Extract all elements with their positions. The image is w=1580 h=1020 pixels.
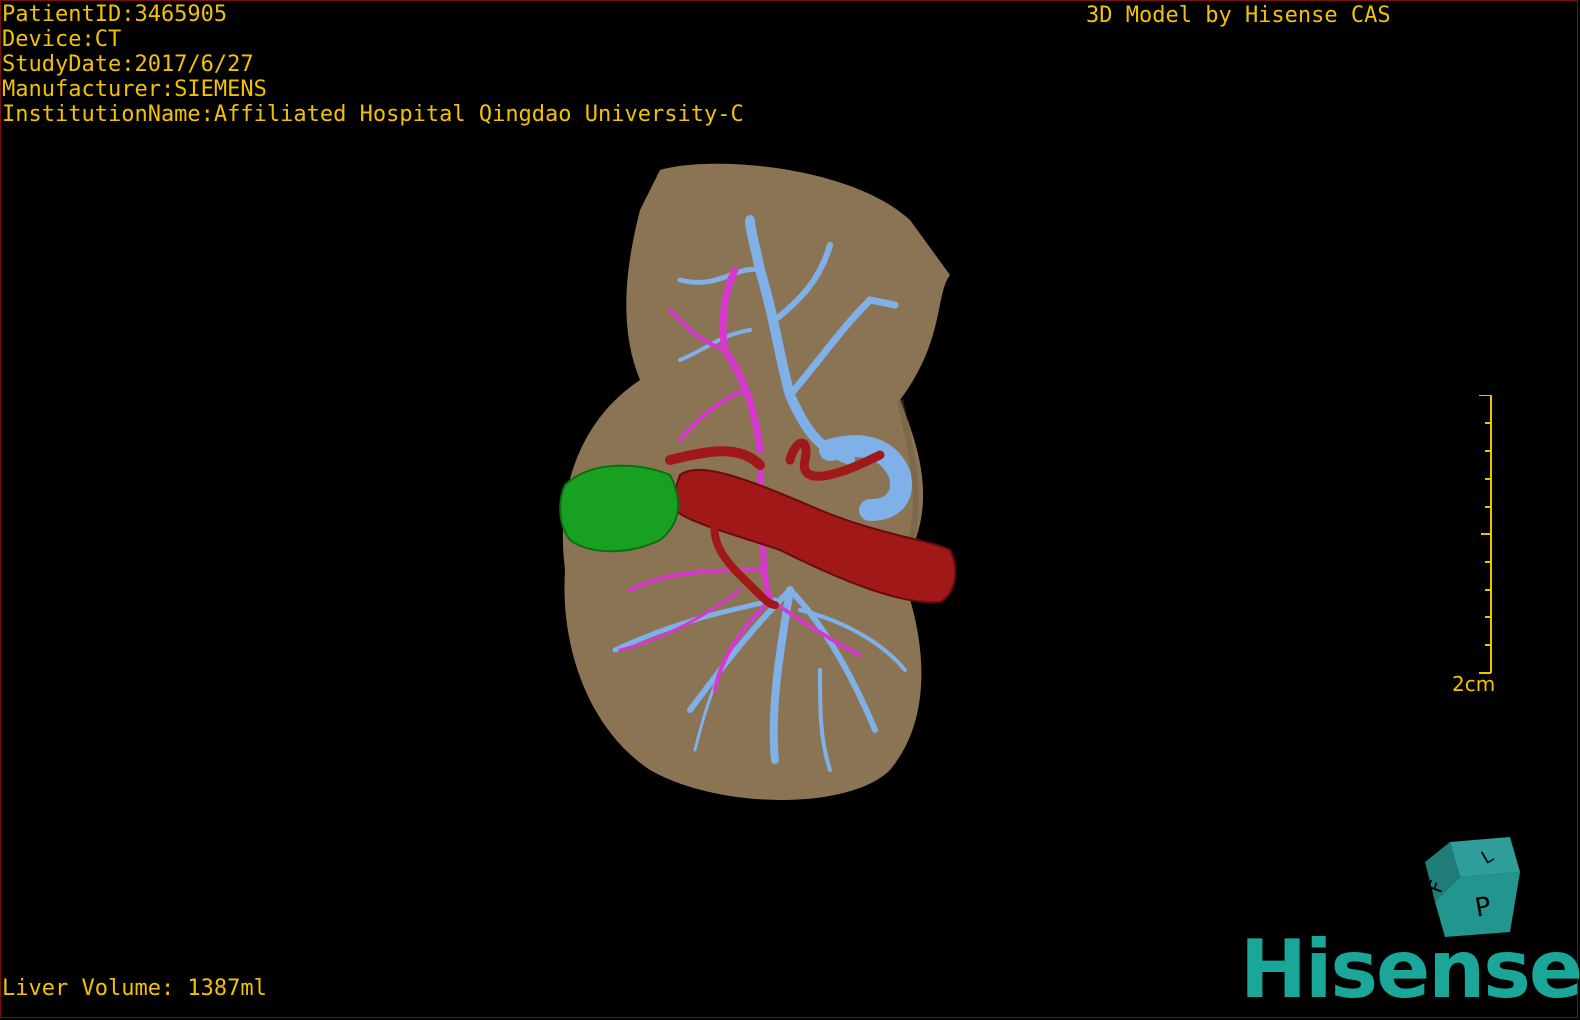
device-text: Device:CT bbox=[2, 27, 122, 52]
model-credit-text: 3D Model by Hisense CAS bbox=[1086, 3, 1391, 28]
study-date-text: StudyDate:2017/6/27 bbox=[2, 52, 254, 77]
scale-bar-label: 2cm bbox=[1452, 672, 1496, 696]
liver-volume-text: Liver Volume: 1387ml bbox=[2, 976, 267, 1001]
liver-3d-model[interactable] bbox=[520, 150, 1000, 830]
hisense-logo: Hisense bbox=[1240, 923, 1580, 1016]
manufacturer-text: Manufacturer:SIEMENS bbox=[2, 77, 267, 102]
scale-bar bbox=[1479, 395, 1492, 674]
gallbladder bbox=[559, 464, 680, 553]
patient-id-text: PatientID:3465905 bbox=[2, 2, 228, 27]
dicom-info-panel: PatientID:3465905 Device:CT StudyDate:20… bbox=[2, 2, 744, 127]
institution-text: InstitutionName:Affiliated Hospital Qing… bbox=[2, 102, 744, 127]
